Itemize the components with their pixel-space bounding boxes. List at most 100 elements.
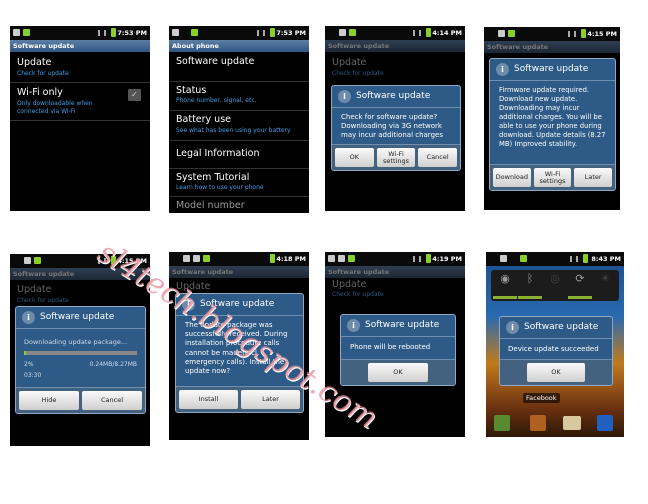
wifi-settings-button[interactable]: Wi-Fi settings bbox=[533, 168, 572, 187]
title-bar: Software update bbox=[169, 266, 309, 278]
battery-icon bbox=[111, 28, 116, 37]
dialog-header: i Software update bbox=[500, 317, 612, 339]
title-bar: Software update bbox=[10, 40, 150, 52]
info-icon: i bbox=[347, 319, 360, 332]
screen-firmware-required-dialog: 4:15 PM Software update i Software update… bbox=[484, 27, 620, 210]
cancel-button[interactable]: Cancel bbox=[418, 148, 458, 167]
ok-button[interactable]: OK bbox=[527, 363, 585, 382]
hide-button[interactable]: Hide bbox=[19, 391, 79, 410]
lock-icon bbox=[23, 29, 30, 36]
software-update-dialog: i Software update Firmware update require… bbox=[489, 58, 616, 191]
dialog-header: i Software update bbox=[490, 59, 615, 81]
item-subtitle: Check for update bbox=[332, 70, 384, 77]
lock-icon bbox=[191, 29, 198, 36]
item-subtitle: See what has been using your battery bbox=[176, 127, 291, 134]
info-icon: i bbox=[338, 90, 351, 103]
title-bar: Software update bbox=[484, 41, 620, 53]
screen-reboot-dialog: 4:19 PM Software update Update Check for… bbox=[325, 252, 465, 437]
dialog-header: i Software update bbox=[16, 307, 145, 329]
bluetooth-toggle-icon[interactable]: ᛒ bbox=[518, 272, 542, 299]
info-icon: i bbox=[496, 63, 509, 76]
divider bbox=[169, 196, 309, 197]
progress-percent: 2% bbox=[24, 361, 34, 368]
quick-settings-panel: ◉ ᛒ ◎ ⟳ ☀ bbox=[491, 270, 619, 301]
mail-icon bbox=[339, 29, 346, 36]
sync-toggle-icon[interactable]: ⟳ bbox=[568, 272, 592, 299]
gear-icon bbox=[183, 255, 190, 262]
contacts-icon[interactable] bbox=[530, 415, 546, 431]
mail-icon bbox=[13, 29, 20, 36]
dialog-message: Device update succeeded bbox=[508, 345, 599, 353]
progress-bar bbox=[24, 351, 137, 355]
battery-icon bbox=[426, 28, 431, 37]
battery-icon bbox=[111, 256, 116, 265]
signal-icon bbox=[98, 30, 106, 36]
software-update-dialog: i Software update Phone will be rebooted … bbox=[340, 314, 456, 386]
status-bar: 7:53 PM bbox=[10, 26, 150, 40]
item-title: Status bbox=[176, 85, 207, 96]
phone-icon[interactable] bbox=[494, 415, 510, 431]
lock-icon bbox=[34, 257, 41, 264]
dialog-message: The update package was successfully rece… bbox=[185, 321, 288, 376]
mail-icon bbox=[172, 29, 179, 36]
status-time: 7:53 PM bbox=[117, 29, 147, 37]
email-icon[interactable] bbox=[563, 416, 581, 430]
software-update-item[interactable]: Software update bbox=[176, 56, 254, 67]
dialog-message: Phone will be rebooted bbox=[350, 343, 431, 351]
mail-icon bbox=[338, 255, 345, 262]
divider bbox=[169, 81, 309, 82]
title-bar: About phone bbox=[169, 40, 309, 52]
software-update-dialog: i Software update The update package was … bbox=[175, 293, 304, 413]
update-item: Update bbox=[176, 281, 211, 292]
signal-icon bbox=[568, 31, 576, 37]
gps-toggle-icon[interactable]: ◎ bbox=[543, 272, 567, 299]
screen-install-dialog: 4:18 PM Software update Update i Software… bbox=[169, 252, 309, 440]
info-icon: i bbox=[506, 321, 519, 334]
info-icon: i bbox=[22, 311, 35, 324]
cancel-button[interactable]: Cancel bbox=[82, 391, 142, 410]
later-button[interactable]: Later bbox=[574, 168, 613, 187]
dialog-title: Software update bbox=[40, 312, 115, 322]
download-button[interactable]: Download bbox=[493, 168, 531, 187]
install-button[interactable]: Install bbox=[179, 390, 238, 409]
dialog-title: Software update bbox=[356, 91, 431, 101]
ok-button[interactable]: OK bbox=[335, 148, 374, 167]
wifi-settings-button[interactable]: Wi-Fi settings bbox=[376, 148, 416, 167]
status-bar: 7:53 PM bbox=[169, 26, 309, 40]
lock-icon bbox=[348, 255, 355, 262]
status-bar: 8:43 PM bbox=[486, 252, 624, 266]
screen-downloading-dialog: 4:15 PM Software update Update Check for… bbox=[10, 254, 150, 446]
progress-fill bbox=[24, 351, 27, 355]
facebook-shortcut[interactable]: Facebook bbox=[523, 393, 560, 403]
status-bar: 4:14 PM bbox=[325, 26, 465, 40]
item-title: Update bbox=[17, 57, 52, 68]
item-subtitle: Phone number, signal, etc. bbox=[176, 97, 257, 104]
status-time: 8:43 PM bbox=[591, 255, 621, 263]
dialog-header: i Software update bbox=[176, 294, 303, 316]
later-button[interactable]: Later bbox=[241, 390, 300, 409]
software-update-dialog: i Software update Device update succeeded… bbox=[499, 316, 613, 386]
status-bar: 4:15 PM bbox=[484, 27, 620, 41]
mail-icon bbox=[24, 257, 31, 264]
item-subtitle: Check for update bbox=[17, 297, 69, 304]
dialog-message: Firmware update required. Download new u… bbox=[499, 86, 606, 148]
ok-button[interactable]: OK bbox=[368, 363, 428, 382]
status-time: 4:18 PM bbox=[276, 255, 306, 263]
lock-icon bbox=[508, 30, 515, 37]
status-time: 4:15 PM bbox=[117, 257, 147, 265]
item-title: Battery use bbox=[176, 114, 231, 125]
wifi-toggle-icon[interactable]: ◉ bbox=[493, 272, 517, 299]
app-drawer-icon[interactable] bbox=[597, 415, 613, 431]
status-bar: 4:18 PM bbox=[169, 252, 309, 266]
title-bar: Software update bbox=[325, 40, 465, 52]
wifi-only-checkbox[interactable]: ✓ bbox=[128, 89, 141, 101]
model-number-item[interactable]: Model number bbox=[176, 200, 245, 211]
legal-information-item[interactable]: Legal Information bbox=[176, 148, 259, 159]
dialog-title: Software update bbox=[514, 64, 589, 74]
brightness-toggle-icon[interactable]: ☀ bbox=[593, 272, 617, 299]
dialog-title: Software update bbox=[365, 320, 440, 330]
progress-size: 0.24MB/8.27MB bbox=[89, 361, 137, 368]
title-bar: Software update bbox=[325, 266, 465, 278]
battery-icon bbox=[426, 254, 431, 263]
battery-icon bbox=[583, 254, 588, 263]
